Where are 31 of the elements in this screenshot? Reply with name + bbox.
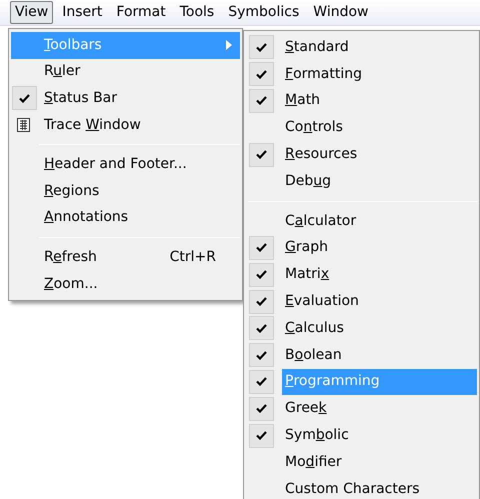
menu-item[interactable]: Status Bar [11, 85, 240, 112]
menu-item[interactable]: Trace Window [11, 112, 240, 138]
menu-item[interactable]: Math [282, 88, 477, 114]
menu-item[interactable]: Formatting [282, 60, 477, 88]
menu-item[interactable]: Annotations [11, 204, 240, 232]
menu-item[interactable]: Evaluation [282, 288, 477, 315]
menu-item[interactable]: Header and Footer... [11, 151, 240, 178]
menu-bar-item[interactable]: Insert [57, 1, 108, 24]
menu-item[interactable]: Resources [282, 141, 477, 168]
menu-bar-item[interactable]: Format [111, 1, 171, 24]
window-icon [16, 117, 32, 134]
menu-item[interactable]: Greek [282, 395, 477, 422]
menu-item[interactable]: Controls [282, 114, 477, 142]
menu-item[interactable]: Graph [282, 234, 477, 262]
menu-item[interactable]: Modifier [282, 448, 477, 476]
menu-item[interactable]: Custom Characters [282, 476, 477, 499]
menu-item[interactable]: Ruler [11, 58, 240, 86]
menu-bar-item[interactable]: Symbolics [223, 1, 304, 24]
menu-item[interactable]: Debug [282, 168, 477, 195]
menu-item[interactable]: Refresh Ctrl+R [11, 244, 240, 271]
menu-item[interactable]: Regions [11, 178, 240, 205]
menu-bar-item[interactable]: Tools [174, 1, 220, 24]
menu-item[interactable]: Boolean [282, 342, 477, 369]
menu-item[interactable]: Calculator [282, 208, 477, 235]
menu-item[interactable]: Matrix [282, 261, 477, 288]
menu-bar-item[interactable]: Window [308, 1, 374, 24]
menu-item[interactable]: Standard [282, 34, 477, 61]
menu-bar-item[interactable]: View [10, 1, 54, 24]
menu-item[interactable]: Zoom... [11, 270, 240, 298]
menu-item[interactable]: Calculus [282, 314, 477, 342]
menu-item[interactable]: Symbolic [282, 422, 477, 449]
